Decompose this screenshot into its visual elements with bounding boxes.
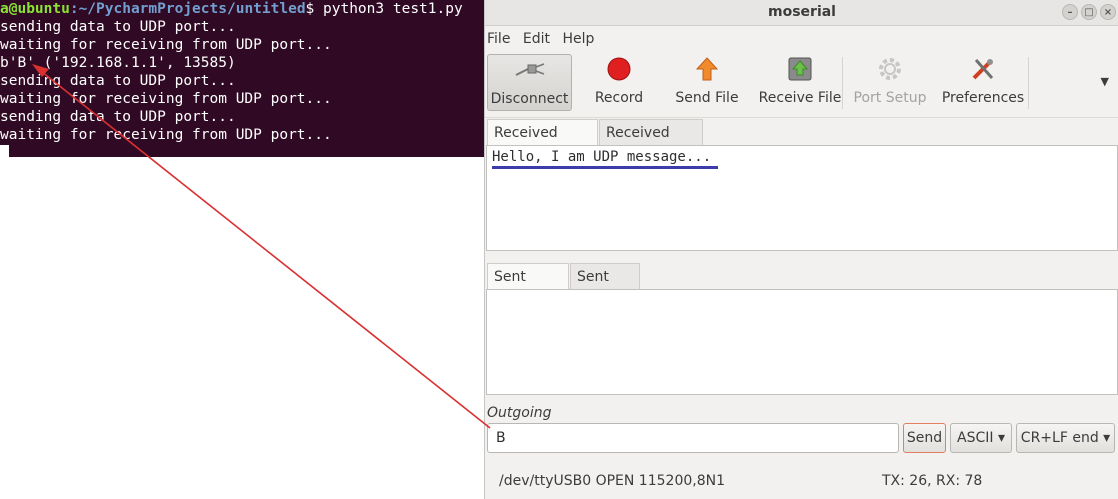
gear-icon [849, 54, 931, 84]
record-label: Record [594, 90, 644, 106]
tab-sent-hex[interactable]: Sent HEX [570, 263, 640, 311]
terminal-output-line: sending data to UDP port... [0, 109, 236, 125]
close-button[interactable]: × [1100, 4, 1116, 20]
port-status: /dev/ttyUSB0 OPEN 115200,8N1 [499, 473, 725, 489]
terminal-output-line: b'B' ('192.168.1.1', 13585) [0, 55, 236, 71]
tab-sent-ascii[interactable]: Sent ASCII [487, 263, 569, 311]
send-file-button[interactable]: Send File [665, 54, 749, 111]
terminal-cursor-line [0, 144, 484, 157]
moserial-window: moserial – □ × File Edit Help Disconnect… [484, 0, 1118, 499]
preferences-label: Preferences [941, 90, 1025, 106]
menu-edit[interactable]: Edit [521, 28, 554, 50]
download-icon [755, 54, 845, 84]
minimize-button[interactable]: – [1062, 4, 1078, 20]
line-end-select[interactable]: CR+LF end ▾ [1016, 423, 1115, 453]
toolbar-separator [1028, 57, 1029, 109]
chevron-down-icon: ▾ [997, 430, 1005, 446]
chevron-down-icon: ▾ [1103, 430, 1111, 446]
port-setup-button[interactable]: Port Setup [849, 54, 931, 111]
received-text: Hello, I am UDP message... [492, 149, 712, 165]
sent-text-area[interactable] [486, 289, 1118, 395]
outgoing-label: Outgoing [487, 405, 552, 421]
prompt-user: a@ubuntu [0, 1, 70, 17]
terminal-cursor [0, 145, 9, 157]
preferences-button[interactable]: Preferences [937, 54, 1029, 111]
encoding-value: ASCII [957, 430, 994, 446]
menu-bar: File Edit Help [485, 28, 600, 50]
record-icon [581, 54, 657, 84]
tools-icon [937, 54, 1029, 84]
chevron-down-icon[interactable]: ▼ [1101, 75, 1109, 88]
terminal-output-line: sending data to UDP port... [0, 19, 236, 35]
menu-file[interactable]: File [485, 28, 514, 50]
plug-icon [488, 55, 571, 85]
receive-file-label: Receive File [758, 90, 842, 106]
send-file-label: Send File [675, 90, 739, 106]
prompt-path: :~/PycharmProjects/untitled [69, 1, 306, 17]
received-text-area[interactable]: Hello, I am UDP message... [486, 145, 1118, 251]
encoding-select[interactable]: ASCII ▾ [950, 423, 1012, 453]
port-setup-label: Port Setup [853, 90, 927, 106]
terminal-prompt-line: a@ubuntu:~/PycharmProjects/untitled$ pyt… [0, 0, 484, 18]
terminal-window[interactable]: a@ubuntu:~/PycharmProjects/untitled$ pyt… [0, 0, 484, 157]
receive-file-button[interactable]: Receive File [755, 54, 845, 111]
terminal-output-line: waiting for receiving from UDP port... [0, 127, 332, 143]
terminal-output-line: waiting for receiving from UDP port... [0, 37, 332, 53]
underline-annotation [492, 166, 718, 169]
prompt-symbol: $ [305, 1, 324, 17]
record-button[interactable]: Record [581, 54, 657, 111]
terminal-command: python3 test1.py [323, 1, 463, 17]
up-arrow-icon [665, 54, 749, 84]
terminal-output-line: sending data to UDP port... [0, 73, 236, 89]
tab-received-ascii[interactable]: Received ASCII [487, 119, 598, 167]
tab-received-hex[interactable]: Received HEX [599, 119, 703, 167]
send-button[interactable]: Send [903, 423, 946, 453]
toolbar-separator [842, 57, 843, 109]
terminal-output-line: waiting for receiving from UDP port... [0, 91, 332, 107]
maximize-button[interactable]: □ [1081, 4, 1097, 20]
disconnect-label: Disconnect [490, 91, 569, 107]
menu-help[interactable]: Help [560, 28, 598, 50]
disconnect-button[interactable]: Disconnect [487, 54, 572, 111]
title-bar[interactable]: moserial – □ × [485, 0, 1118, 26]
line-end-value: CR+LF end [1020, 430, 1099, 446]
toolbar: Disconnect Record Send File Receive File [485, 51, 1118, 118]
outgoing-input[interactable]: B [487, 423, 899, 453]
tx-rx-counters: TX: 26, RX: 78 [882, 473, 983, 489]
window-title: moserial [768, 4, 836, 20]
